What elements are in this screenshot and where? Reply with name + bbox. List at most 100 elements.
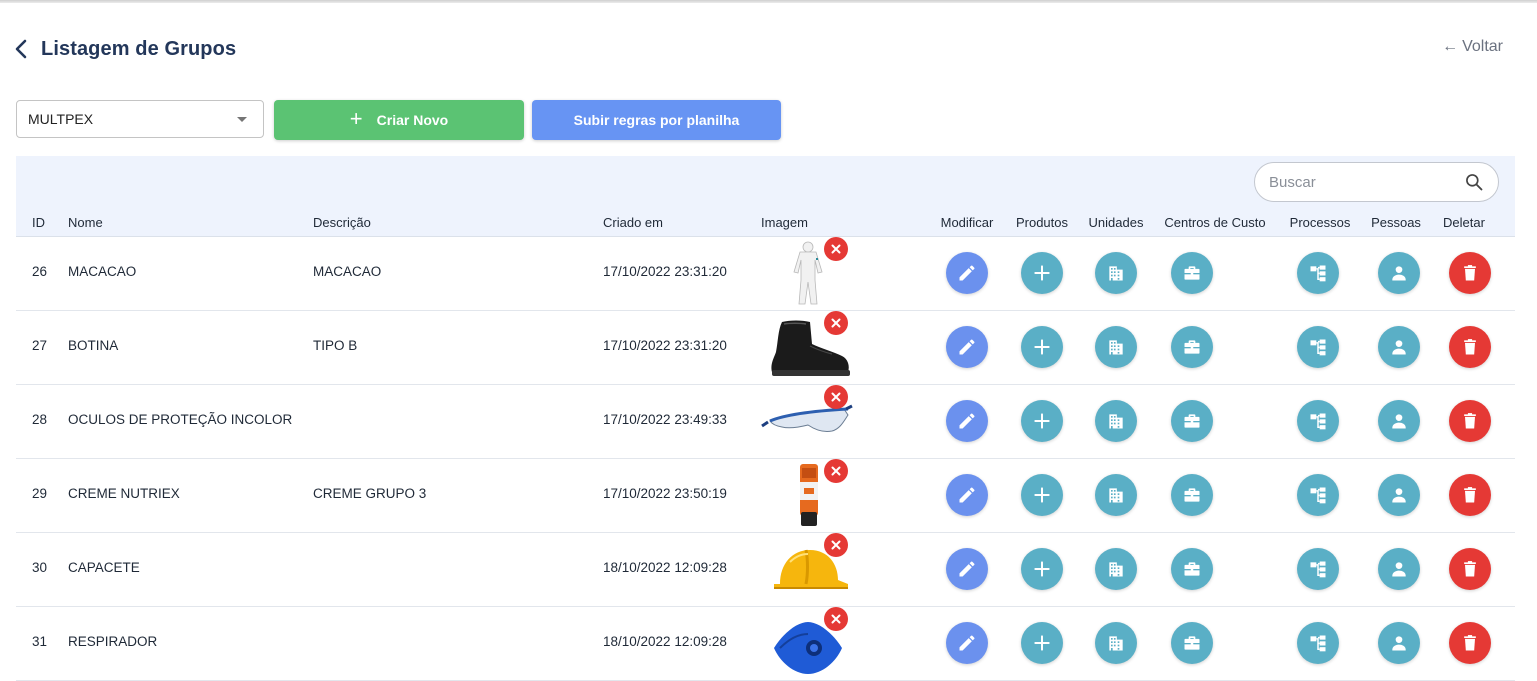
row-created-at: 18/10/2022 12:09:28 <box>603 634 727 649</box>
back-link-label: Voltar <box>1462 38 1503 55</box>
table-row: 30 CAPACETE 18/10/2022 12:09:28 <box>16 532 1515 607</box>
row-created-at: 17/10/2022 23:49:33 <box>603 412 727 427</box>
person-icon <box>1389 263 1409 283</box>
people-button[interactable] <box>1378 400 1420 442</box>
units-button[interactable] <box>1095 474 1137 516</box>
row-name: CAPACETE <box>68 560 140 575</box>
processes-button[interactable] <box>1297 548 1339 590</box>
table-row: 31 RESPIRADOR 18/10/2022 12:09:28 <box>16 606 1515 681</box>
close-icon <box>830 243 842 255</box>
row-id: 31 <box>32 634 48 649</box>
hierarchy-icon <box>1308 485 1328 505</box>
upload-spreadsheet-label: Subir regras por planilha <box>573 112 740 128</box>
column-header-cost-centers: Centros de Custo <box>1164 215 1266 230</box>
products-button[interactable] <box>1021 400 1063 442</box>
remove-image-button[interactable] <box>824 311 848 335</box>
search-input[interactable] <box>1267 172 1451 192</box>
units-button[interactable] <box>1095 622 1137 664</box>
processes-button[interactable] <box>1297 252 1339 294</box>
cost-centers-button[interactable] <box>1171 474 1213 516</box>
row-created-at: 17/10/2022 23:50:19 <box>603 486 727 501</box>
people-button[interactable] <box>1378 548 1420 590</box>
units-button[interactable] <box>1095 252 1137 294</box>
row-created-at: 17/10/2022 23:31:20 <box>603 338 727 353</box>
delete-button[interactable] <box>1449 326 1491 368</box>
units-button[interactable] <box>1095 326 1137 368</box>
building-icon <box>1106 263 1126 283</box>
edit-button[interactable] <box>946 622 988 664</box>
row-id: 26 <box>32 264 48 279</box>
building-icon <box>1106 411 1126 431</box>
delete-button[interactable] <box>1449 622 1491 664</box>
remove-image-button[interactable] <box>824 385 848 409</box>
person-icon <box>1389 411 1409 431</box>
plus-icon <box>1032 633 1052 653</box>
edit-button[interactable] <box>946 474 988 516</box>
people-button[interactable] <box>1378 622 1420 664</box>
briefcase-icon <box>1182 263 1202 283</box>
trash-icon <box>1460 559 1480 579</box>
edit-button[interactable] <box>946 548 988 590</box>
products-button[interactable] <box>1021 252 1063 294</box>
table-row: 29 CREME NUTRIEX CREME GRUPO 3 17/10/2022 2… <box>16 458 1515 533</box>
remove-image-button[interactable] <box>824 459 848 483</box>
cost-centers-button[interactable] <box>1171 400 1213 442</box>
edit-button[interactable] <box>946 252 988 294</box>
units-button[interactable] <box>1095 548 1137 590</box>
remove-image-button[interactable] <box>824 607 848 631</box>
processes-button[interactable] <box>1297 622 1339 664</box>
remove-image-button[interactable] <box>824 237 848 261</box>
cost-centers-button[interactable] <box>1171 622 1213 664</box>
pencil-icon <box>957 263 977 283</box>
delete-button[interactable] <box>1449 400 1491 442</box>
delete-button[interactable] <box>1449 474 1491 516</box>
column-header-image: Imagem <box>761 215 808 230</box>
column-header-people: Pessoas <box>1371 215 1421 230</box>
products-button[interactable] <box>1021 474 1063 516</box>
table-row: 26 MACACAO MACACAO 17/10/2022 23:31:20 <box>16 236 1515 311</box>
upload-spreadsheet-button[interactable]: Subir regras por planilha <box>532 100 781 140</box>
people-button[interactable] <box>1378 252 1420 294</box>
cost-centers-button[interactable] <box>1171 252 1213 294</box>
delete-button[interactable] <box>1449 548 1491 590</box>
back-link[interactable]: ← Voltar <box>1442 38 1503 56</box>
row-description: MACACAO <box>313 264 382 279</box>
edit-button[interactable] <box>946 326 988 368</box>
people-button[interactable] <box>1378 474 1420 516</box>
cost-centers-button[interactable] <box>1171 326 1213 368</box>
remove-image-button[interactable] <box>824 533 848 557</box>
row-created-at: 18/10/2022 12:09:28 <box>603 560 727 575</box>
close-icon <box>830 539 842 551</box>
row-name: BOTINA <box>68 338 119 353</box>
products-button[interactable] <box>1021 326 1063 368</box>
plus-icon <box>1032 337 1052 357</box>
table-row: 28 OCULOS DE PROTEÇÃO INCOLOR 17/10/2022 2… <box>16 384 1515 459</box>
products-button[interactable] <box>1021 622 1063 664</box>
row-name: OCULOS DE PROTEÇÃO INCOLOR <box>68 412 293 427</box>
people-button[interactable] <box>1378 326 1420 368</box>
products-button[interactable] <box>1021 548 1063 590</box>
arrow-left-icon: ← <box>1442 38 1459 55</box>
chevron-left-icon[interactable] <box>14 38 32 60</box>
row-id: 27 <box>32 338 48 353</box>
hierarchy-icon <box>1308 411 1328 431</box>
person-icon <box>1389 633 1409 653</box>
processes-button[interactable] <box>1297 474 1339 516</box>
delete-button[interactable] <box>1449 252 1491 294</box>
company-select[interactable]: MULTPEX <box>16 100 264 138</box>
column-header-id: ID <box>32 215 45 230</box>
create-new-button[interactable]: + Criar Novo <box>274 100 524 140</box>
row-name: MACACAO <box>68 264 137 279</box>
processes-button[interactable] <box>1297 400 1339 442</box>
edit-button[interactable] <box>946 400 988 442</box>
plus-icon <box>1032 485 1052 505</box>
search-icon[interactable] <box>1464 172 1484 192</box>
column-header-description: Descrição <box>313 215 371 230</box>
units-button[interactable] <box>1095 400 1137 442</box>
hierarchy-icon <box>1308 263 1328 283</box>
cost-centers-button[interactable] <box>1171 548 1213 590</box>
hierarchy-icon <box>1308 559 1328 579</box>
column-header-units: Unidades <box>1088 215 1144 230</box>
column-header-delete: Deletar <box>1443 215 1485 230</box>
processes-button[interactable] <box>1297 326 1339 368</box>
